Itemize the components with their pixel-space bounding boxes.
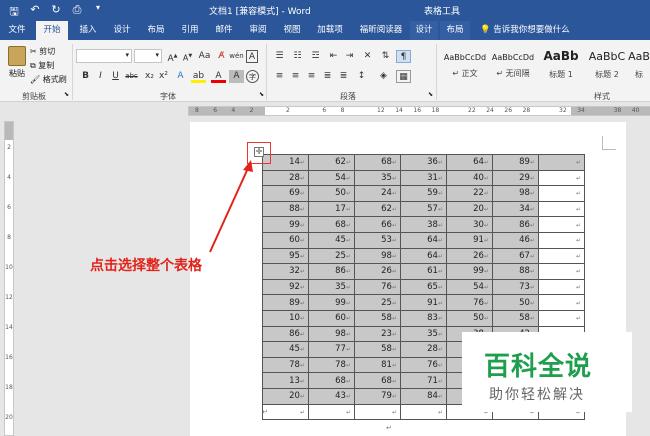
watermark-title: 百科全说 xyxy=(484,352,593,382)
watermark: 百科全说 助你轻松解决 xyxy=(462,332,632,412)
watermark-subtitle: 助你轻松解决 xyxy=(489,387,585,403)
paragraph-mark: ↵ xyxy=(386,424,392,432)
paragraph-mark: ↵ xyxy=(262,408,268,416)
arrow-head xyxy=(243,160,253,172)
arrow-line xyxy=(209,165,250,253)
annotation-text: 点击选择整个表格 xyxy=(90,258,202,274)
